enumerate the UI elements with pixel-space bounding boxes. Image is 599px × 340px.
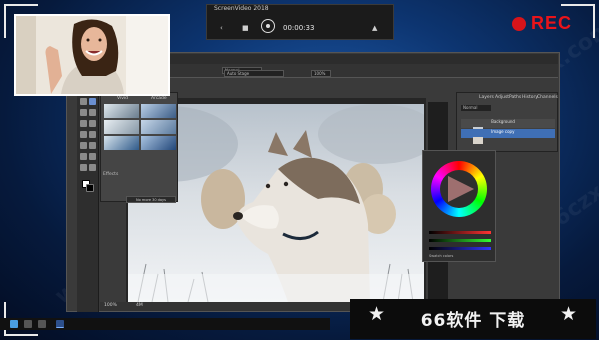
eyedropper-tool-icon[interactable] bbox=[89, 120, 96, 127]
layer-row[interactable]: Background bbox=[461, 119, 555, 134]
preset-thumbnail[interactable] bbox=[104, 120, 139, 134]
color-slider-row[interactable] bbox=[429, 239, 491, 242]
layers-panel: Layers Adjust Paths History Channels Nor… bbox=[456, 92, 558, 152]
recorder-app-name: ScreenVideo 2018 bbox=[214, 5, 269, 12]
search-icon[interactable] bbox=[24, 320, 32, 328]
wand-tool-icon[interactable] bbox=[89, 109, 96, 116]
back-button[interactable]: ‹ bbox=[220, 24, 223, 32]
star-icon: ★ bbox=[560, 303, 578, 325]
presets-panel: Vivid Arcade bbox=[100, 92, 178, 202]
color-picker-panel: Swatch colors bbox=[422, 150, 496, 262]
rec-dot-icon bbox=[512, 16, 526, 31]
opacity-field[interactable]: 100% bbox=[311, 70, 331, 77]
rec-label: REC bbox=[531, 13, 573, 33]
eraser-tool-icon[interactable] bbox=[89, 131, 96, 138]
document-size: 4M bbox=[136, 303, 143, 308]
watermark-banner-text: 66软件 下载 bbox=[420, 311, 526, 331]
options-bar: Normal Auto Stage 100% bbox=[166, 64, 558, 78]
taskbar bbox=[0, 318, 330, 330]
hand-tool-icon[interactable] bbox=[80, 164, 87, 171]
stage-select[interactable]: Auto Stage bbox=[224, 70, 284, 77]
preset-thumbnail[interactable] bbox=[141, 136, 176, 150]
crop-tool-icon[interactable] bbox=[80, 120, 87, 127]
tab-history[interactable]: History bbox=[522, 95, 538, 100]
toolbox bbox=[77, 92, 99, 312]
lasso-tool-icon[interactable] bbox=[80, 109, 87, 116]
zoom-tool-icon[interactable] bbox=[89, 164, 96, 171]
tab-adjust[interactable]: Adjust bbox=[495, 95, 509, 100]
brush-tool-icon[interactable] bbox=[80, 131, 87, 138]
webcam-overlay bbox=[14, 14, 170, 96]
saturation-triangle[interactable] bbox=[442, 172, 476, 206]
stop-button[interactable]: ■ bbox=[242, 24, 249, 32]
background-color-swatch[interactable] bbox=[86, 184, 94, 192]
color-slider-row[interactable] bbox=[429, 247, 491, 250]
shape-tool-icon[interactable] bbox=[89, 153, 96, 160]
tab-paths[interactable]: Paths bbox=[509, 95, 521, 100]
stamp-tool-icon[interactable] bbox=[80, 142, 87, 149]
task-view-icon[interactable] bbox=[38, 320, 46, 328]
preset-thumbnail[interactable] bbox=[104, 136, 139, 150]
preset-column-label: Arcade bbox=[151, 96, 167, 101]
trial-notice-button[interactable]: No more 30 days bbox=[126, 196, 176, 203]
preset-column-label: Vivid bbox=[117, 96, 128, 101]
camera-icon[interactable] bbox=[261, 19, 275, 33]
select-tool-icon[interactable] bbox=[89, 98, 96, 105]
collapse-button[interactable]: ▲ bbox=[372, 24, 377, 32]
blend-mode-select[interactable]: Normal bbox=[461, 105, 491, 111]
recording-timer: 00:00:33 bbox=[283, 24, 315, 32]
tab-layers[interactable]: Layers bbox=[479, 95, 494, 100]
bucket-tool-icon[interactable] bbox=[89, 142, 96, 149]
swatch-label: Swatch colors bbox=[429, 254, 454, 258]
tab-channels[interactable]: Channels bbox=[537, 95, 558, 100]
preset-thumbnail[interactable] bbox=[104, 104, 139, 118]
layer-row-selected[interactable]: Image copy bbox=[461, 129, 555, 144]
rec-indicator: REC bbox=[512, 13, 572, 34]
move-tool-icon[interactable] bbox=[80, 98, 87, 105]
preset-thumbnail[interactable] bbox=[141, 104, 176, 118]
menu-bar: File Edit Image Layer Adjust Filter View… bbox=[166, 54, 558, 71]
effects-label: Effects bbox=[103, 172, 119, 177]
start-icon[interactable] bbox=[10, 320, 18, 328]
color-slider-row[interactable] bbox=[429, 231, 491, 234]
editor-icon[interactable] bbox=[56, 320, 64, 328]
preset-thumbnail[interactable] bbox=[141, 120, 176, 134]
text-tool-icon[interactable] bbox=[80, 153, 87, 160]
zoom-level[interactable]: 100% bbox=[104, 303, 117, 308]
